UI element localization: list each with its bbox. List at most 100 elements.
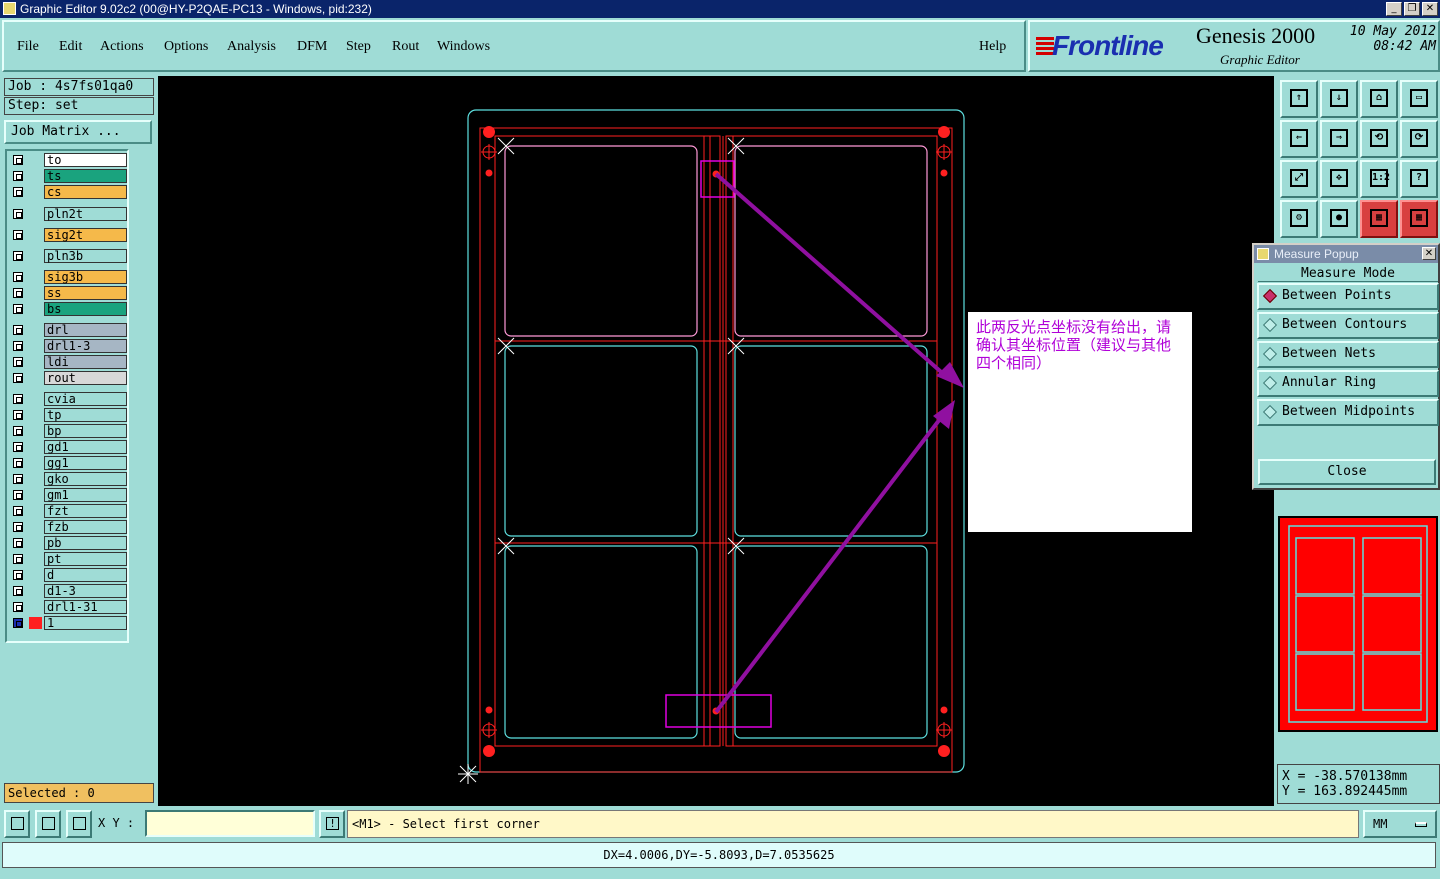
layer-checkbox[interactable] [13,522,23,532]
layer-row-drl[interactable]: drl [10,323,127,337]
overview-map[interactable] [1278,516,1438,732]
tools-button[interactable]: ⚙ [1280,200,1318,238]
layer-checkbox[interactable] [13,230,23,240]
layer-checkbox[interactable] [13,394,23,404]
units-selector[interactable]: MM [1363,810,1437,838]
layer-checkbox[interactable] [13,490,23,500]
layers-red-button[interactable]: ▦ [1360,200,1398,238]
layer-checkbox[interactable] [13,602,23,612]
home-button[interactable]: ⌂ [1360,80,1398,118]
job-matrix-button[interactable]: Job Matrix ... [4,120,152,144]
zoom-center-button[interactable]: ✥ [1320,160,1358,198]
snap-mode-button[interactable] [4,810,30,838]
layer-checkbox[interactable] [13,618,23,628]
menu-analysis[interactable]: Analysis [227,39,276,55]
angle-mode-button[interactable] [35,810,61,838]
layer-checkbox[interactable] [13,357,23,367]
xy-input[interactable] [145,810,315,837]
close-window-button[interactable]: ✕ [1422,2,1438,16]
pan-right-button[interactable]: ⇒ [1320,120,1358,158]
layer-row-fzt[interactable]: fzt [10,504,127,518]
layer-row-drl1-31[interactable]: drl1-31 [10,600,127,614]
scale-1-2-button[interactable]: 1:2 [1360,160,1398,198]
layer-row-rout[interactable]: rout [10,371,127,385]
help-button[interactable]: ? [1400,160,1438,198]
minimize-button[interactable]: _ [1386,2,1402,16]
pan-left-button[interactable]: ⇐ [1280,120,1318,158]
layer-row-fzb[interactable]: fzb [10,520,127,534]
layer-row-pt[interactable]: pt [10,552,127,566]
window-button[interactable]: ▭ [1400,80,1438,118]
menu-actions[interactable]: Actions [100,39,144,55]
layer-row-tp[interactable]: tp [10,408,127,422]
menu-dfm[interactable]: DFM [297,39,327,55]
layer-row-d1-3[interactable]: d1-3 [10,584,127,598]
layer-row-gko[interactable]: gko [10,472,127,486]
layer-checkbox[interactable] [13,442,23,452]
layer-row-pb[interactable]: pb [10,536,127,550]
mode-between-points[interactable]: Between Points [1257,283,1439,310]
menu-rout[interactable]: Rout [392,39,419,55]
layer-row-ts[interactable]: ts [10,169,127,183]
pan-down-button[interactable]: ⇓ [1320,80,1358,118]
layer-checkbox[interactable] [13,570,23,580]
layer-checkbox[interactable] [13,155,23,165]
mode-annular-ring[interactable]: Annular Ring [1257,370,1439,397]
layer-checkbox[interactable] [13,586,23,596]
layer-checkbox[interactable] [13,538,23,548]
layer-row-cs[interactable]: cs [10,185,127,199]
layer-row-drl1-3[interactable]: drl1-3 [10,339,127,353]
layers-blue-button[interactable]: ▦ [1400,200,1438,238]
layer-checkbox[interactable] [13,554,23,564]
layer-row-1[interactable]: 1 [10,616,127,630]
layer-checkbox[interactable] [13,325,23,335]
layer-checkbox[interactable] [13,410,23,420]
menu-help[interactable]: Help [979,39,1006,55]
layer-checkbox[interactable] [13,474,23,484]
popup-close-button[interactable]: Close [1258,459,1436,485]
pan-up-button[interactable]: ⇑ [1280,80,1318,118]
layer-checkbox[interactable] [13,288,23,298]
menu-edit[interactable]: Edit [59,39,82,55]
layer-row-pln2t[interactable]: pln2t [10,207,127,221]
layer-checkbox[interactable] [13,272,23,282]
layer-row-gd1[interactable]: gd1 [10,440,127,454]
snap-button[interactable]: ● [1320,200,1358,238]
menu-windows[interactable]: Windows [437,39,490,55]
layer-checkbox[interactable] [13,506,23,516]
layer-row-bs[interactable]: bs [10,302,127,316]
mode-between-nets[interactable]: Between Nets [1257,341,1439,368]
layer-row-ldi[interactable]: ldi [10,355,127,369]
graphic-canvas[interactable]: 此两反光点坐标没有给出，请确认其坐标位置（建议与其他四个相同） [158,76,1274,806]
layer-row-pln3b[interactable]: pln3b [10,249,127,263]
mode-between-midpoints[interactable]: Between Midpoints [1257,399,1439,426]
layer-row-sig2t[interactable]: sig2t [10,228,127,242]
layer-checkbox[interactable] [13,304,23,314]
layer-row-d[interactable]: d [10,568,127,582]
menu-file[interactable]: File [17,39,39,55]
layer-color-swatch[interactable] [29,617,42,629]
layer-row-sig3b[interactable]: sig3b [10,270,127,284]
popup-close-icon[interactable]: ✕ [1422,247,1436,260]
menu-step[interactable]: Step [346,39,371,55]
layer-checkbox[interactable] [13,209,23,219]
redraw-button[interactable]: ⟳ [1400,120,1438,158]
maximize-button[interactable]: ❐ [1404,2,1420,16]
layer-checkbox[interactable] [13,171,23,181]
layer-row-to[interactable]: to [10,153,127,167]
layer-checkbox[interactable] [13,373,23,383]
zoom-back-button[interactable]: ⟲ [1360,120,1398,158]
layer-row-cvia[interactable]: cvia [10,392,127,406]
grid-mode-button[interactable] [66,810,92,838]
layer-row-ss[interactable]: ss [10,286,127,300]
menu-options[interactable]: Options [164,39,208,55]
layer-checkbox[interactable] [13,426,23,436]
layer-row-gg1[interactable]: gg1 [10,456,127,470]
layer-checkbox[interactable] [13,187,23,197]
layer-row-bp[interactable]: bp [10,424,127,438]
layer-checkbox[interactable] [13,458,23,468]
layer-row-gm1[interactable]: gm1 [10,488,127,502]
layer-checkbox[interactable] [13,341,23,351]
mode-between-contours[interactable]: Between Contours [1257,312,1439,339]
zoom-fit-button[interactable]: ⤢ [1280,160,1318,198]
